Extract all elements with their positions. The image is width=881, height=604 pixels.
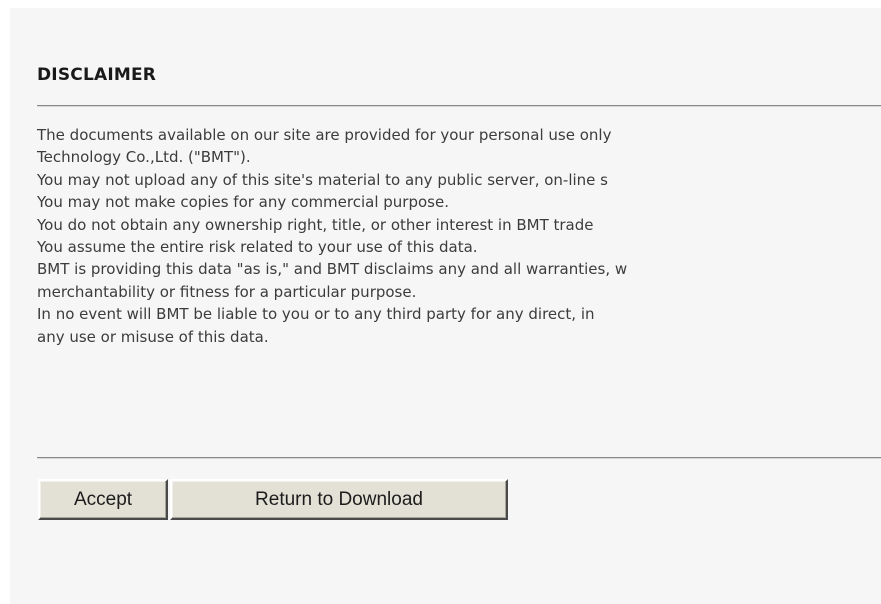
return-to-download-button[interactable]: Return to Download bbox=[170, 479, 508, 520]
disclaimer-panel: DISCLAIMER The documents available on ou… bbox=[10, 8, 881, 604]
bottom-divider bbox=[37, 457, 881, 459]
disclaimer-line-misuse: any use or misuse of this data. bbox=[37, 327, 269, 346]
disclaimer-text: The documents available on our site are … bbox=[37, 124, 881, 348]
disclaimer-line-no-upload: You may not upload any of this site's ma… bbox=[37, 170, 608, 189]
disclaimer-line-no-copies: You may not make copies for any commerci… bbox=[37, 193, 449, 212]
disclaimer-line-personal-use: The documents available on our site are … bbox=[37, 126, 612, 144]
disclaimer-heading: DISCLAIMER bbox=[37, 65, 157, 85]
disclaimer-line-risk: You assume the entire risk related to yo… bbox=[37, 238, 478, 257]
top-divider bbox=[37, 105, 881, 107]
disclaimer-line-company: Technology Co.,Ltd. ("BMT"). bbox=[37, 148, 251, 167]
disclaimer-line-merchantability: merchantability or fitness for a particu… bbox=[37, 282, 417, 301]
disclaimer-line-no-ownership: You do not obtain any ownership right, t… bbox=[37, 215, 594, 234]
disclaimer-line-as-is: BMT is providing this data "as is," and … bbox=[37, 260, 628, 279]
accept-button[interactable]: Accept bbox=[38, 479, 168, 520]
disclaimer-line-liability: In no event will BMT be liable to you or… bbox=[37, 305, 595, 324]
